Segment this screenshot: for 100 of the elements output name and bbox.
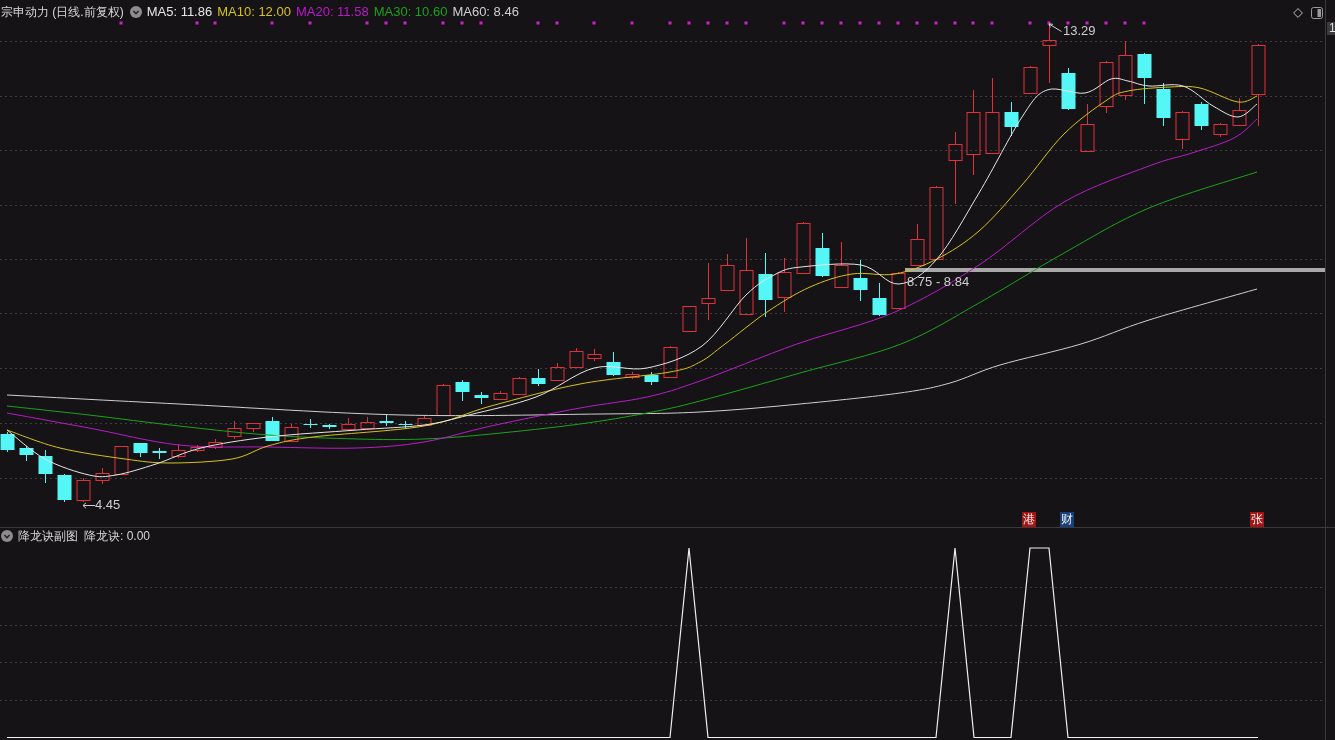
signal-marker-icon [971, 21, 975, 25]
candlestick [133, 443, 148, 458]
signal-marker-icon [1104, 21, 1108, 25]
candlestick [208, 438, 223, 450]
signal-marker-icon [630, 21, 634, 25]
moving-average-value: MA5: 11.86 [146, 3, 213, 22]
low-price-label: 4.45 [95, 498, 121, 512]
signal-marker-icon [213, 21, 217, 25]
candlestick [1023, 65, 1038, 95]
candlestick [19, 445, 34, 462]
moving-average-value: MA20: 11.58 [295, 3, 369, 22]
signal-marker-icon [782, 21, 786, 25]
signal-marker-icon [1066, 21, 1070, 25]
signal-marker-icon [839, 21, 843, 25]
signal-marker-icon [725, 21, 729, 25]
candlestick [322, 423, 337, 430]
candlestick [1175, 110, 1190, 150]
candlestick [1232, 97, 1247, 127]
candlestick [76, 477, 91, 503]
indicator-value: 降龙诀: 0.00 [84, 528, 151, 545]
candlestick [303, 418, 318, 429]
candlestick [1080, 103, 1095, 153]
candlestick [531, 368, 546, 387]
candlestick [853, 259, 868, 302]
candlestick [796, 221, 811, 275]
signal-marker-icon [1028, 21, 1032, 25]
signal-marker-icon [953, 21, 957, 25]
candlestick [341, 417, 356, 432]
candlestick [682, 306, 697, 332]
candlestick [171, 443, 186, 459]
signal-marker-icon [744, 21, 748, 25]
candlestick [720, 253, 735, 292]
signal-marker-icon [858, 21, 862, 25]
signal-marker-icon [801, 21, 805, 25]
candlestick [701, 262, 716, 321]
candlestick [95, 467, 110, 485]
candlestick [834, 241, 849, 289]
signal-marker-icon [460, 21, 464, 25]
moving-average-value: MA30: 10.60 [373, 3, 448, 22]
stock-title: 宗申动力 (日线.前复权) [1, 4, 124, 21]
signal-marker-icon [990, 21, 994, 25]
indicator-title: 降龙诀副图 [18, 528, 78, 545]
price-axis-label: 1 [1327, 22, 1335, 35]
signal-marker-icon [441, 21, 445, 25]
signal-marker-icon [365, 21, 369, 25]
event-marker[interactable]: 财 [1060, 512, 1074, 527]
candlestick [284, 423, 299, 443]
event-marker[interactable]: 张 [1250, 512, 1264, 527]
signal-marker-icon [1142, 21, 1146, 25]
candlestick [1137, 52, 1152, 105]
candlestick [1042, 26, 1057, 84]
candlestick [114, 446, 129, 475]
signal-marker-icon [1123, 21, 1127, 25]
signal-marker-icon [934, 21, 938, 25]
candlestick [360, 416, 375, 431]
signal-marker-icon [195, 21, 199, 25]
candlestick [872, 282, 887, 317]
signal-marker-icon [403, 21, 407, 25]
signal-marker-icon [915, 21, 919, 25]
signal-marker-icon [308, 21, 312, 25]
dropdown-icon[interactable] [129, 6, 142, 18]
candlestick [379, 413, 394, 427]
candlestick [398, 420, 413, 429]
signal-marker-icon [706, 21, 710, 25]
signal-marker-icon [536, 21, 540, 25]
candlestick [1118, 40, 1133, 101]
candlestick [57, 473, 72, 503]
candlestick [644, 371, 659, 386]
signal-marker-icon [877, 21, 881, 25]
signal-marker-icon [119, 21, 123, 25]
candlestick [227, 420, 242, 440]
dropdown-icon[interactable] [1, 530, 13, 542]
candlestick [550, 362, 565, 382]
signal-marker-icon [270, 21, 274, 25]
moving-average-value: MA10: 12.00 [217, 3, 291, 22]
candlestick [1156, 82, 1171, 127]
signal-marker-icon [555, 21, 559, 25]
signal-marker-icon [668, 21, 672, 25]
diamond-icon[interactable] [1293, 8, 1303, 18]
candlestick [38, 449, 53, 484]
panel-toggle-icon[interactable] [1311, 7, 1323, 19]
event-marker[interactable]: 港 [1022, 512, 1036, 527]
candlestick [436, 383, 451, 417]
candlestick [569, 347, 584, 369]
candlestick [512, 376, 527, 396]
candlestick [190, 444, 205, 453]
candlestick [1099, 60, 1114, 114]
signal-marker-icon [384, 21, 388, 25]
candlestick [0, 431, 15, 453]
signal-marker-icon [896, 21, 900, 25]
candlestick [606, 351, 621, 377]
candlestick [246, 423, 261, 433]
candlestick [1194, 101, 1209, 131]
arrow-icon [1048, 23, 1062, 32]
candlestick [417, 414, 432, 427]
candlestick [1061, 67, 1076, 111]
candlestick [474, 391, 489, 405]
moving-average-value: MA60: 8.46 [452, 3, 519, 22]
signal-marker-icon [1047, 21, 1051, 25]
arrow-icon [82, 502, 95, 509]
